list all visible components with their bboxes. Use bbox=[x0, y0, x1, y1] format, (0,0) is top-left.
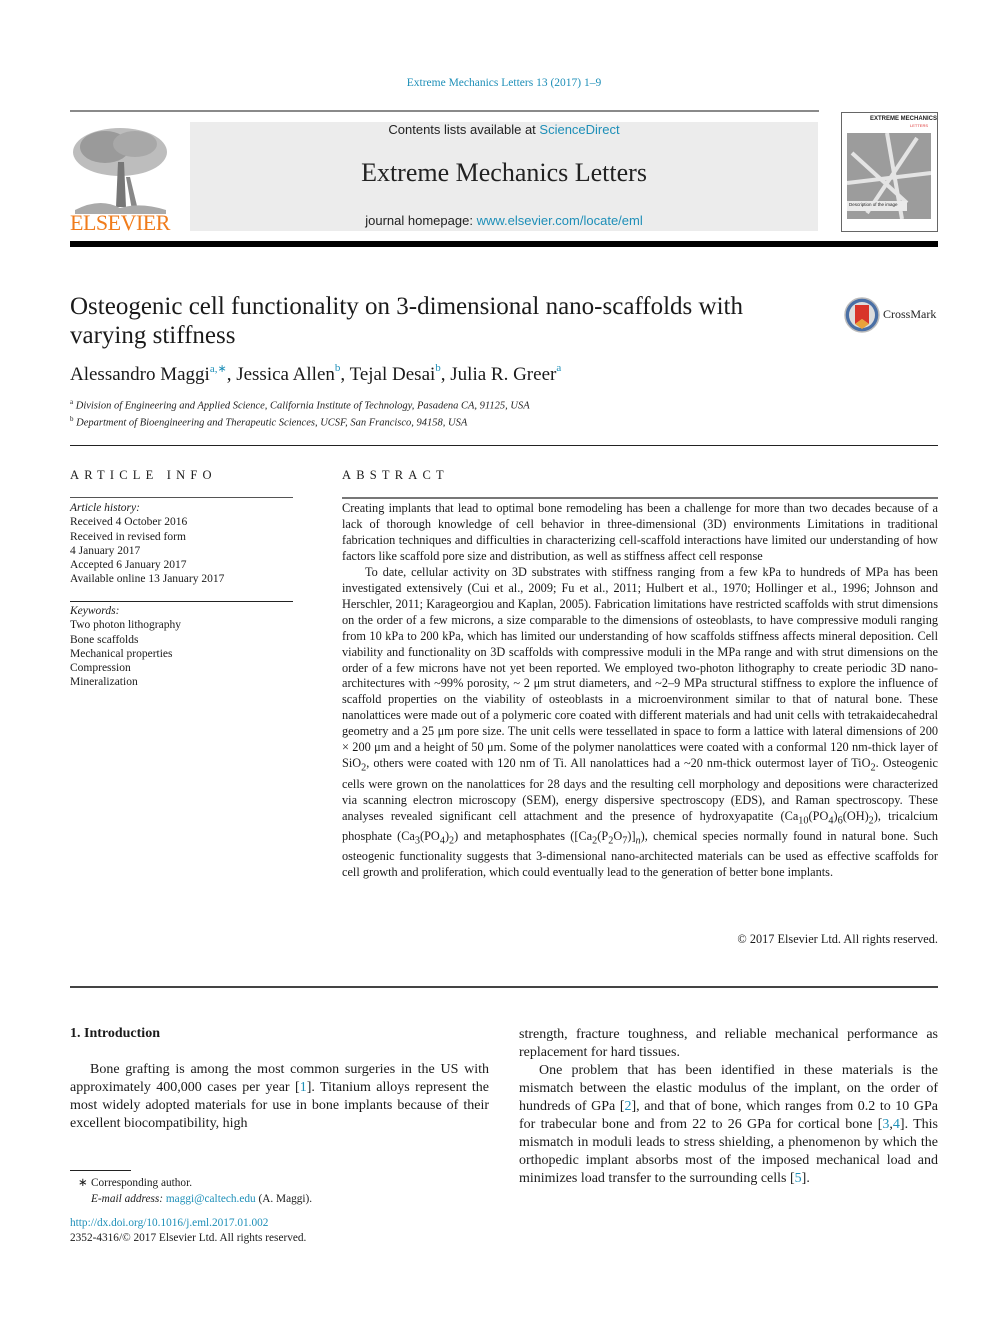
cover-caption: Description of the image bbox=[849, 202, 898, 207]
author-name[interactable]: Julia R. Greer bbox=[450, 364, 556, 385]
crossmark-button[interactable]: CrossMark bbox=[843, 296, 943, 334]
sciencedirect-link[interactable]: ScienceDirect bbox=[539, 122, 619, 137]
corresponding-author-label: Corresponding author. bbox=[91, 1177, 193, 1189]
doi-link[interactable]: http://dx.doi.org/10.1016/j.eml.2017.01.… bbox=[70, 1216, 470, 1231]
email-label: E-mail address: bbox=[91, 1192, 164, 1205]
email-link[interactable]: maggi@caltech.edu bbox=[166, 1193, 256, 1205]
body-paragraph: Bone grafting is among the most common s… bbox=[70, 1062, 489, 1131]
crossmark-icon bbox=[844, 297, 880, 333]
history-entry: 4 January 2017 bbox=[70, 544, 141, 557]
abstract-heading: ABSTRACT bbox=[342, 468, 449, 482]
abstract-body: Creating implants that lead to optimal b… bbox=[342, 501, 938, 881]
keyword: Mechanical properties bbox=[70, 647, 173, 660]
corresponding-author-footnote: ∗ Corresponding author. E-mail address: m… bbox=[78, 1176, 478, 1207]
journal-cover-thumbnail[interactable]: EXTREME MECHANICS LETTERS Description of… bbox=[841, 112, 938, 232]
author-affiliation-marker[interactable]: a,∗ bbox=[210, 363, 227, 375]
author-affiliation-marker[interactable]: b bbox=[335, 362, 341, 374]
author-name[interactable]: Alessandro Maggi bbox=[70, 364, 210, 385]
footnote-rule bbox=[70, 1170, 131, 1171]
history-entry: Accepted 6 January 2017 bbox=[70, 559, 187, 572]
doi-block: http://dx.doi.org/10.1016/j.eml.2017.01.… bbox=[70, 1216, 470, 1246]
citation-link[interactable]: 1 bbox=[300, 1080, 307, 1095]
abstract-copyright: © 2017 Elsevier Ltd. All rights reserved… bbox=[737, 932, 938, 946]
author-list: Alessandro Maggia,∗, Jessica Allenb, Tej… bbox=[70, 362, 562, 385]
crossmark-label: CrossMark bbox=[883, 307, 937, 321]
cover-subtitle: LETTERS bbox=[910, 123, 929, 128]
keywords-list: Keywords: Two photon lithography Bone sc… bbox=[70, 604, 300, 690]
article-history-label: Article history: bbox=[70, 502, 140, 514]
abstract-rule bbox=[342, 497, 938, 499]
body-paragraph: One problem that has been identified in … bbox=[519, 1063, 938, 1186]
keyword: Two photon lithography bbox=[70, 619, 181, 632]
affiliation-text: Department of Bioengineering and Therape… bbox=[76, 417, 468, 429]
journal-title: Extreme Mechanics Letters bbox=[361, 158, 647, 187]
citation-link[interactable]: 4 bbox=[893, 1117, 900, 1132]
author-affiliation-marker[interactable]: b bbox=[435, 362, 441, 374]
history-entry: Received in revised form bbox=[70, 530, 186, 543]
author-affiliation-marker[interactable]: a bbox=[556, 362, 561, 374]
section-heading-introduction: 1. Introduction bbox=[70, 1026, 160, 1041]
body-rule bbox=[70, 986, 938, 988]
elsevier-wordmark: ELSEVIER bbox=[70, 210, 170, 235]
affiliation-text: Division of Engineering and Applied Scie… bbox=[75, 400, 530, 412]
body-column-right: strength, fracture toughness, and reliab… bbox=[519, 1026, 938, 1188]
keyword: Bone scaffolds bbox=[70, 633, 139, 646]
history-entry: Available online 13 January 2017 bbox=[70, 573, 225, 586]
article-title: Osteogenic cell functionality on 3-dimen… bbox=[70, 293, 743, 349]
affiliation-key: a bbox=[70, 398, 74, 406]
masthead-bottom-rule bbox=[70, 241, 938, 247]
publisher-band: Contents lists available at ScienceDirec… bbox=[190, 122, 818, 231]
running-header[interactable]: Extreme Mechanics Letters 13 (2017) 1–9 bbox=[0, 77, 992, 89]
affiliation: b Department of Bioengineering and Thera… bbox=[70, 415, 870, 429]
journal-homepage-link[interactable]: www.elsevier.com/locate/eml bbox=[477, 213, 643, 228]
footnote-marker: ∗ bbox=[78, 1177, 88, 1189]
keyword: Mineralization bbox=[70, 676, 138, 689]
body-paragraph: strength, fracture toughness, and reliab… bbox=[519, 1027, 938, 1060]
issn-copyright: 2352-4316/© 2017 Elsevier Ltd. All right… bbox=[70, 1232, 307, 1244]
article-history: Article history: Received 4 October 2016… bbox=[70, 501, 300, 587]
masthead-top-rule bbox=[70, 110, 819, 112]
cover-title: EXTREME MECHANICS bbox=[870, 116, 938, 122]
author-name[interactable]: Tejal Desai bbox=[350, 364, 436, 385]
affiliation: a Division of Engineering and Applied Sc… bbox=[70, 398, 870, 412]
body-column-left: Bone grafting is among the most common s… bbox=[70, 1061, 489, 1133]
history-entry: Received 4 October 2016 bbox=[70, 516, 188, 529]
contents-line: Contents lists available at ScienceDirec… bbox=[190, 122, 818, 137]
title-block-rule bbox=[70, 445, 938, 446]
citation-link[interactable]: 5 bbox=[795, 1171, 802, 1186]
abstract-paragraph: To date, cellular activity on 3D substra… bbox=[342, 564, 939, 880]
contents-prefix: Contents lists available at bbox=[388, 122, 540, 137]
keyword: Compression bbox=[70, 662, 131, 675]
article-info-heading: ARTICLE INFO bbox=[70, 468, 217, 482]
keywords-rule bbox=[70, 601, 293, 602]
keywords-label: Keywords: bbox=[70, 605, 120, 617]
abstract-paragraph: Creating implants that lead to optimal b… bbox=[342, 501, 938, 563]
homepage-line: journal homepage: www.elsevier.com/locat… bbox=[190, 213, 818, 228]
homepage-prefix: journal homepage: bbox=[365, 213, 477, 228]
elsevier-logo[interactable]: ELSEVIER bbox=[70, 122, 170, 235]
article-info-rule bbox=[70, 497, 293, 498]
affiliation-key: b bbox=[70, 415, 74, 423]
email-suffix: (A. Maggi). bbox=[255, 1192, 313, 1205]
author-name[interactable]: Jessica Allen bbox=[236, 364, 335, 385]
